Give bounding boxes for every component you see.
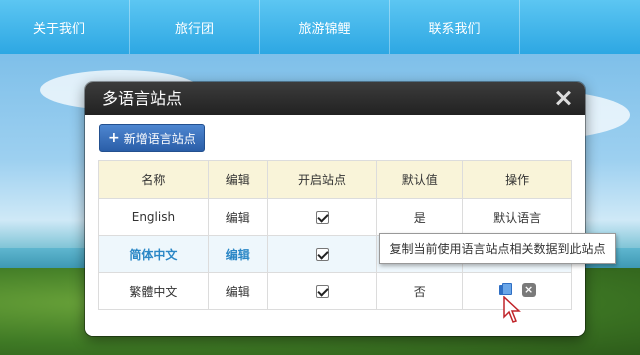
edit-link[interactable]: 编辑: [207, 272, 268, 310]
table-row: 繁體中文 编辑 否 ×: [98, 272, 572, 310]
row-name: 繁體中文: [98, 272, 209, 310]
add-button-label: 新增语言站点: [123, 131, 196, 146]
default-value: 否: [376, 272, 464, 310]
column-header-name: 名称: [98, 160, 209, 199]
delete-icon[interactable]: ×: [521, 282, 536, 297]
mouse-cursor-icon: [503, 296, 521, 323]
dialog-header: 多语言站点: [85, 82, 585, 115]
table-header-row: 名称 编辑 开启站点 默认值 操作: [98, 160, 572, 199]
nav-item-guide[interactable]: 旅游锦鲤: [260, 0, 390, 54]
dialog-title: 多语言站点: [102, 89, 183, 108]
table-row: English 编辑 是 默认语言: [98, 198, 572, 236]
nav-item-about[interactable]: 关于我们: [0, 0, 130, 54]
copy-tooltip: 复制当前使用语言站点相关数据到此站点: [379, 233, 616, 264]
default-language-label: 默认语言: [462, 198, 572, 236]
top-nav: 关于我们 旅行团 旅游锦鲤 联系我们: [0, 0, 640, 54]
nav-filler: [520, 0, 640, 54]
column-header-action: 操作: [462, 160, 572, 199]
row-name: English: [98, 198, 209, 236]
close-icon[interactable]: [555, 90, 571, 106]
enabled-checkbox[interactable]: [315, 211, 329, 224]
edit-link[interactable]: 编辑: [207, 235, 268, 273]
add-language-site-button[interactable]: + 新增语言站点: [99, 124, 205, 152]
copy-icon[interactable]: [498, 283, 512, 296]
column-header-enabled: 开启站点: [266, 160, 378, 199]
enabled-checkbox[interactable]: [315, 285, 329, 298]
nav-item-contact[interactable]: 联系我们: [390, 0, 520, 54]
plus-icon: +: [108, 130, 120, 146]
edit-link[interactable]: 编辑: [207, 198, 268, 236]
column-header-edit: 编辑: [207, 160, 268, 199]
default-value: 是: [376, 198, 464, 236]
nav-item-tours[interactable]: 旅行团: [130, 0, 260, 54]
row-name-link[interactable]: 简体中文: [98, 235, 209, 273]
column-header-default: 默认值: [376, 160, 464, 199]
enabled-checkbox[interactable]: [315, 248, 329, 261]
